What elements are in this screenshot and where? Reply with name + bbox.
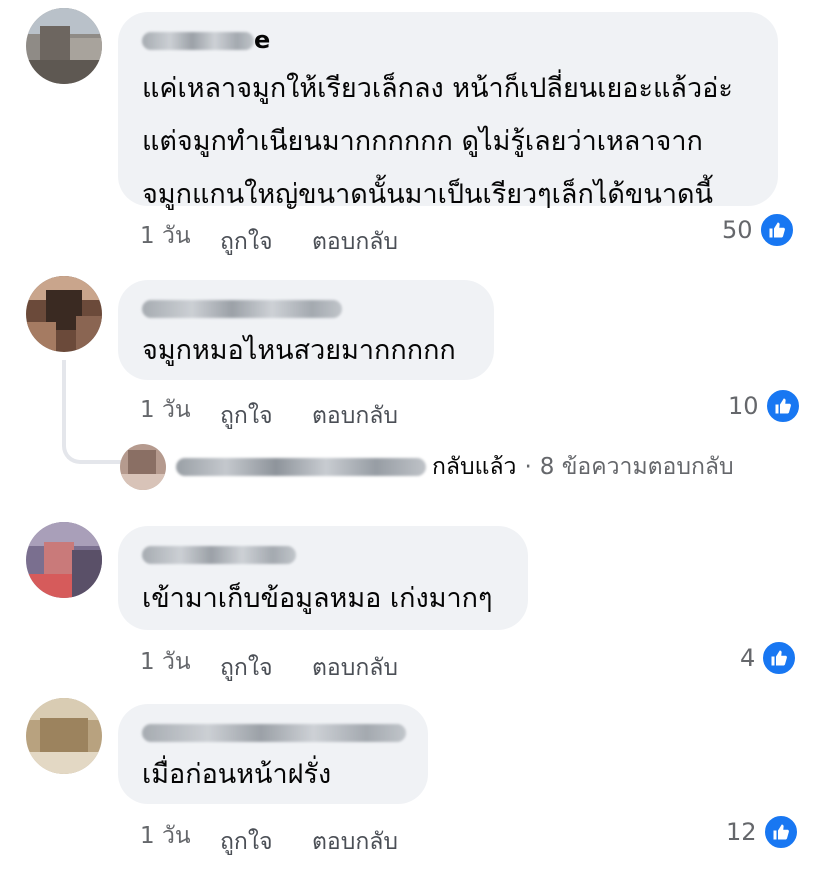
like-button[interactable]: ถูกใจ xyxy=(220,398,273,434)
thread-connector xyxy=(62,360,126,464)
separator: · xyxy=(524,454,532,480)
comment-text-line: เมื่อก่อนหน้าฝรั่ง xyxy=(142,759,332,790)
like-button[interactable]: ถูกใจ xyxy=(220,224,273,260)
comment-author[interactable]: e xyxy=(142,26,754,54)
reply-button[interactable]: ตอบกลับ xyxy=(312,398,398,434)
comment-bubble: e แค่เหลาจมูกให้เรียวเล็กลง หน้าก็เปลี่ย… xyxy=(118,12,778,210)
thumbs-up-icon xyxy=(761,640,798,676)
timestamp[interactable]: 1 วัน xyxy=(140,818,191,854)
comment-text-line: จมูกแกนใหญ่ขนาดนั้นมาเป็นเรียวๆเล็กได้ขน… xyxy=(142,179,713,210)
comment-text-line: แค่เหลาจมูกให้เรียวเล็กลง หน้าก็เปลี่ยนเ… xyxy=(142,73,733,104)
like-count: 10 xyxy=(728,392,759,420)
like-button[interactable]: ถูกใจ xyxy=(220,650,273,686)
avatar[interactable] xyxy=(26,698,102,774)
avatar[interactable] xyxy=(26,276,102,352)
comment-text-line: เข้ามาเก็บข้อมูลหมอ เก่งมากๆ xyxy=(142,583,493,614)
comment-text-line: แต่จมูกทำเนียนมากกกกกก ดูไม่รู้เลยว่าเหล… xyxy=(142,126,703,157)
comment-author[interactable] xyxy=(142,540,504,568)
comment-text-line: จมูกหมอไหนสวยมากกกกก xyxy=(142,335,456,366)
replied-text: กลับแล้ว xyxy=(432,454,517,480)
like-button[interactable]: ถูกใจ xyxy=(220,824,273,860)
reply-button[interactable]: ตอบกลับ xyxy=(312,650,398,686)
reaction-count[interactable]: 10 xyxy=(728,388,801,424)
comment-author[interactable] xyxy=(142,294,470,322)
timestamp[interactable]: 1 วัน xyxy=(140,392,191,428)
thumbs-up-icon xyxy=(762,814,799,850)
reaction-count[interactable]: 4 xyxy=(740,640,798,676)
like-count: 50 xyxy=(722,216,753,244)
thumbs-up-icon xyxy=(764,388,801,424)
avatar[interactable] xyxy=(26,522,102,598)
view-replies-link[interactable]: กลับแล้ว · 8 ข้อความตอบกลับ xyxy=(120,444,734,490)
thumbs-up-icon xyxy=(758,212,795,248)
comment-bubble: จมูกหมอไหนสวยมากกกกก xyxy=(118,280,494,380)
comment-bubble: เข้ามาเก็บข้อมูลหมอ เก่งมากๆ xyxy=(118,526,528,630)
reply-button[interactable]: ตอบกลับ xyxy=(312,824,398,860)
reaction-count[interactable]: 12 xyxy=(726,814,799,850)
reaction-count[interactable]: 50 xyxy=(722,212,795,248)
timestamp[interactable]: 1 วัน xyxy=(140,218,191,254)
like-count: 4 xyxy=(740,644,756,672)
avatar xyxy=(120,444,166,490)
comment-bubble: เมื่อก่อนหน้าฝรั่ง xyxy=(118,704,428,804)
replier-name xyxy=(176,458,426,476)
avatar[interactable] xyxy=(26,8,102,84)
comment-author[interactable] xyxy=(142,718,406,746)
timestamp[interactable]: 1 วัน xyxy=(140,644,191,680)
reply-count: 8 ข้อความตอบกลับ xyxy=(539,454,734,480)
like-count: 12 xyxy=(726,818,757,846)
reply-button[interactable]: ตอบกลับ xyxy=(312,224,398,260)
